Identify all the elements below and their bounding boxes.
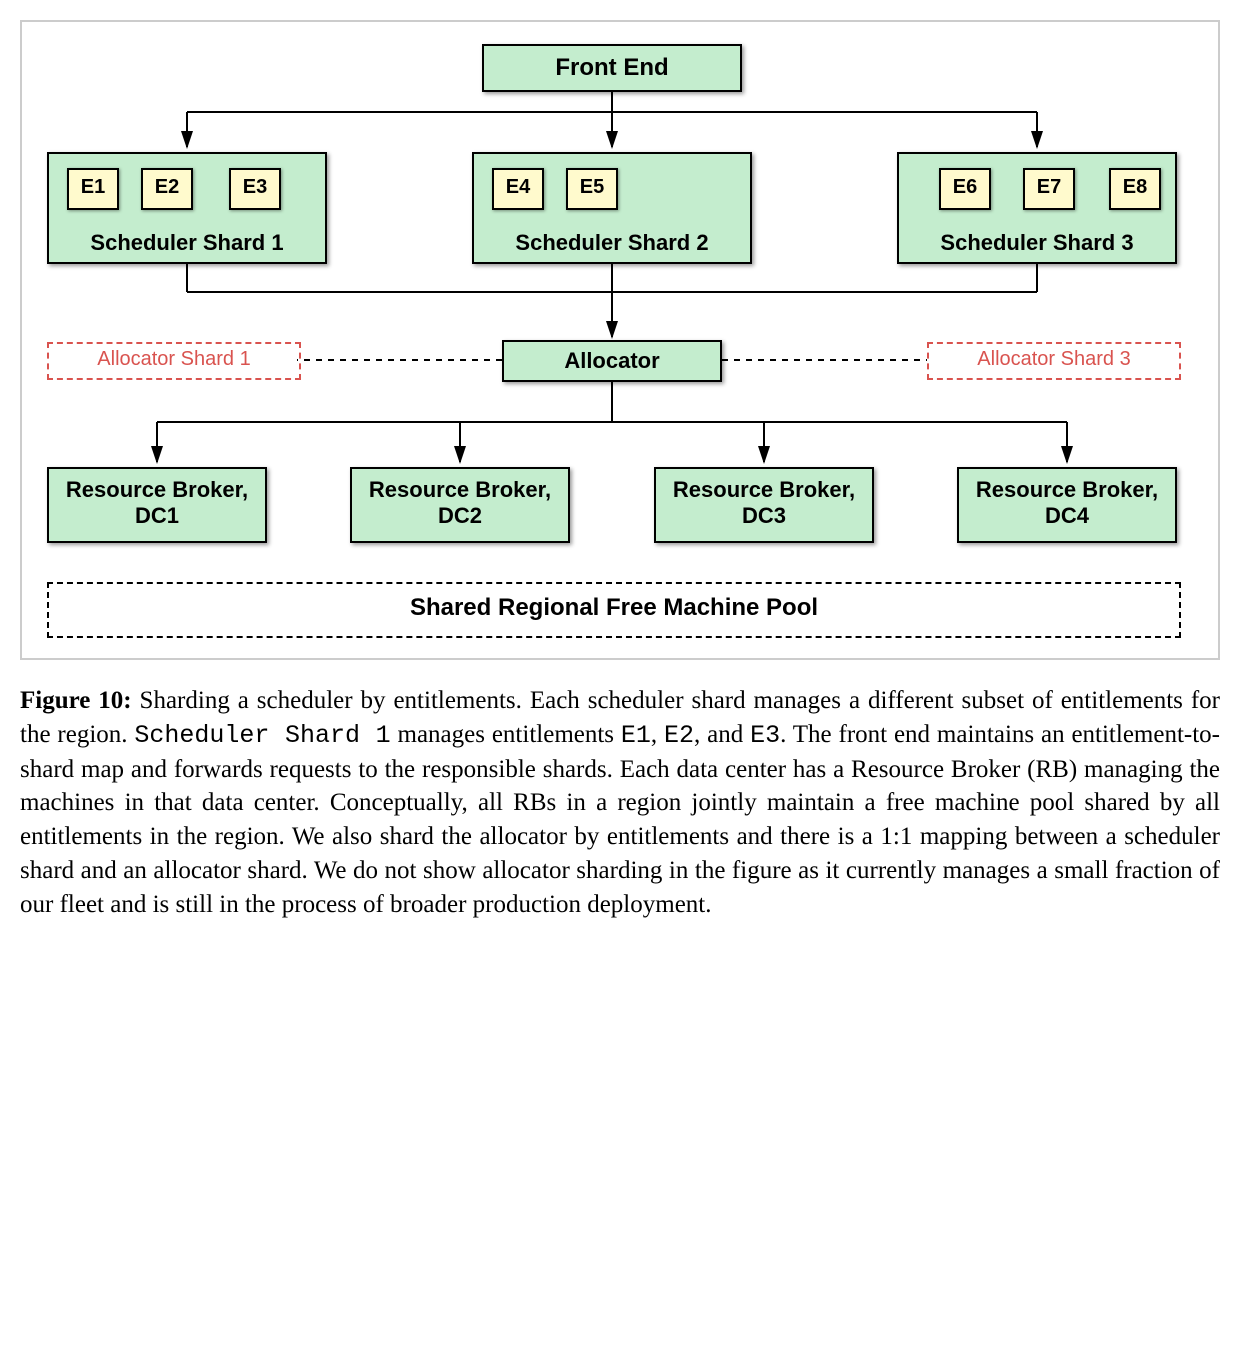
figure-label: Figure 10: (20, 687, 132, 714)
cap-t3: , (651, 721, 664, 748)
cap-m1: Scheduler Shard 1 (134, 721, 390, 750)
resource-broker-3: Resource Broker, DC3 (654, 467, 874, 543)
entitlement-e4: E4 (492, 168, 544, 210)
cap-t5: . The front end maintains an entitlement… (20, 721, 1220, 918)
architecture-diagram: Front End E1 E2 E3 Scheduler Shard 1 E4 … (20, 20, 1220, 660)
scheduler-shard-3: E6 E7 E8 Scheduler Shard 3 (897, 152, 1177, 264)
resource-broker-2: Resource Broker, DC2 (350, 467, 570, 543)
resource-broker-4: Resource Broker, DC4 (957, 467, 1177, 543)
front-end-box: Front End (482, 44, 742, 92)
allocator-box: Allocator (502, 340, 722, 382)
scheduler-shard-2: E4 E5 Scheduler Shard 2 (472, 152, 752, 264)
front-end-label: Front End (555, 54, 668, 81)
rb2-label: Resource Broker, DC2 (369, 477, 551, 528)
scheduler-shard-1-label: Scheduler Shard 1 (49, 230, 325, 256)
allocator-label: Allocator (564, 348, 659, 373)
entitlement-e2: E2 (141, 168, 193, 210)
entitlement-e6: E6 (939, 168, 991, 210)
scheduler-shard-2-label: Scheduler Shard 2 (474, 230, 750, 256)
rb1-label: Resource Broker, DC1 (66, 477, 248, 528)
cap-m3: E2 (664, 721, 694, 750)
allocator-shard-1-label: Allocator Shard 1 (97, 348, 250, 370)
cap-m2: E1 (621, 721, 651, 750)
scheduler-shard-1: E1 E2 E3 Scheduler Shard 1 (47, 152, 327, 264)
allocator-shard-1: Allocator Shard 1 (47, 342, 301, 380)
allocator-shard-3-label: Allocator Shard 3 (977, 348, 1130, 370)
cap-t2: manages entitlements (391, 721, 621, 748)
entitlement-e3: E3 (229, 168, 281, 210)
shared-pool-box: Shared Regional Free Machine Pool (47, 582, 1181, 638)
allocator-shard-3: Allocator Shard 3 (927, 342, 1181, 380)
entitlement-e8: E8 (1109, 168, 1161, 210)
rb3-label: Resource Broker, DC3 (673, 477, 855, 528)
entitlement-e5: E5 (566, 168, 618, 210)
cap-t4: , and (694, 721, 750, 748)
figure-caption: Figure 10: Sharding a scheduler by entit… (20, 684, 1220, 921)
scheduler-shard-3-label: Scheduler Shard 3 (899, 230, 1175, 256)
shared-pool-label: Shared Regional Free Machine Pool (410, 594, 818, 621)
cap-m4: E3 (750, 721, 780, 750)
rb4-label: Resource Broker, DC4 (976, 477, 1158, 528)
resource-broker-1: Resource Broker, DC1 (47, 467, 267, 543)
entitlement-e7: E7 (1023, 168, 1075, 210)
entitlement-e1: E1 (67, 168, 119, 210)
